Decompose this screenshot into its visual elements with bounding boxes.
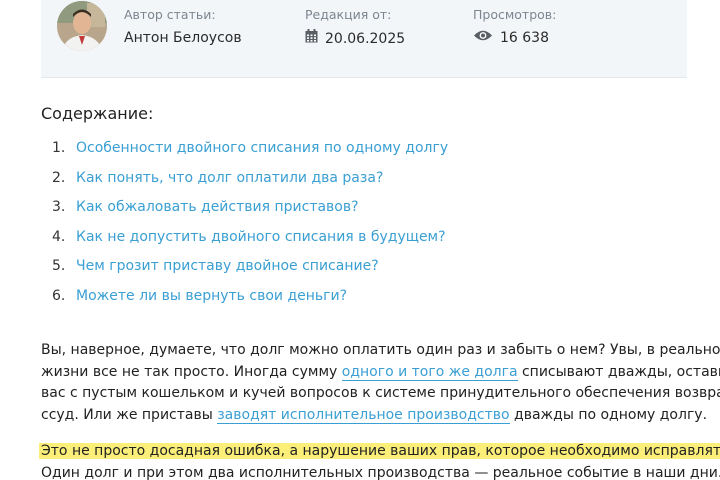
table-of-contents: 1. Особенности двойного списания по одно… [41,138,448,315]
toc-link-3[interactable]: Как обжаловать действия приставов? [76,197,359,217]
toc-title: Содержание: [41,104,154,123]
avatar[interactable] [57,1,107,51]
edition-label: Редакция от: [305,7,392,22]
toc-item: 4. Как не допустить двойного списания в … [41,227,448,257]
toc-item: 2. Как понять, что долг оплатили два раз… [41,168,448,198]
text-span: жизни все не так просто. Иногда сумму [41,363,342,380]
toc-item: 6. Можете ли вы вернуть свои деньги? [41,286,448,316]
intro-paragraph: Вы, наверное, думаете, что долг можно оп… [41,340,720,427]
highlighted-text: Это не просто досадная ошибка, а нарушен… [39,443,720,459]
toc-item: 5. Чем грозит приставу двойное списание? [41,256,448,286]
paragraph-line: вас с пустым кошельком и кучей вопросов … [41,385,720,401]
toc-item-number: 2. [52,169,66,186]
toc-link-1[interactable]: Особенности двойного списания по одному … [76,138,448,158]
author-name-text: Антон Белоусов [124,30,242,46]
author-name[interactable]: Антон Белоусов [124,29,242,47]
paragraph-line: жизни все не так просто. Иногда сумму од… [41,362,720,384]
author-card: Автор статьи: Антон Белоусов Редакция от… [41,0,687,78]
calendar-icon [305,29,318,48]
paragraph-line: Один долг и при этом два исполнительных … [41,464,720,480]
same-debt-link[interactable]: одного и того же долга [341,363,518,381]
paragraph-line: ссуд. Или же приставы заводят исполнител… [41,405,707,427]
article-page: Автор статьи: Антон Белоусов Редакция от… [0,0,720,480]
author-meta: Автор статьи: Антон Белоусов [124,7,242,47]
toc-item: 1. Особенности двойного списания по одно… [41,138,448,168]
eye-icon [473,29,493,47]
highlight-paragraph: Это не просто досадная ошибка, а нарушен… [39,441,720,480]
toc-item-number: 6. [52,287,66,304]
toc-link-2[interactable]: Как понять, что долг оплатили два раза? [76,168,383,188]
text-span: ссуд. Или же приставы [41,406,218,423]
views-meta: Просмотров: 16 638 [473,7,556,47]
toc-item-number: 5. [52,258,66,274]
toc-item-number: 1. [52,140,66,156]
toc-link-6[interactable]: Можете ли вы вернуть свои деньги? [76,286,347,306]
text-span: списывают дважды, оставив [517,363,720,380]
views-count: 16 638 [473,29,556,47]
edition-date-text: 20.06.2025 [325,30,406,47]
text-span: дважды по одному долгу. [509,406,708,423]
paragraph-line: Вы, наверное, думаете, что долг можно оп… [41,342,720,358]
toc-link-5[interactable]: Чем грозит приставу двойное списание? [76,256,379,276]
edition-date: 20.06.2025 [305,29,405,48]
edition-meta: Редакция от: 20.06.2025 [305,7,405,48]
views-count-text: 16 638 [500,30,549,46]
views-label: Просмотров: [473,7,557,22]
toc-item: 3. Как обжаловать действия приставов? [41,197,448,227]
toc-item-number: 3. [52,199,66,215]
toc-item-number: 4. [52,228,66,245]
enforcement-proceedings-link[interactable]: заводят исполнительное производство [217,406,510,424]
author-label: Автор статьи: [124,7,216,22]
toc-link-4[interactable]: Как не допустить двойного списания в буд… [76,227,446,247]
paragraph-line: Это не просто досадная ошибка, а нарушен… [39,441,720,463]
